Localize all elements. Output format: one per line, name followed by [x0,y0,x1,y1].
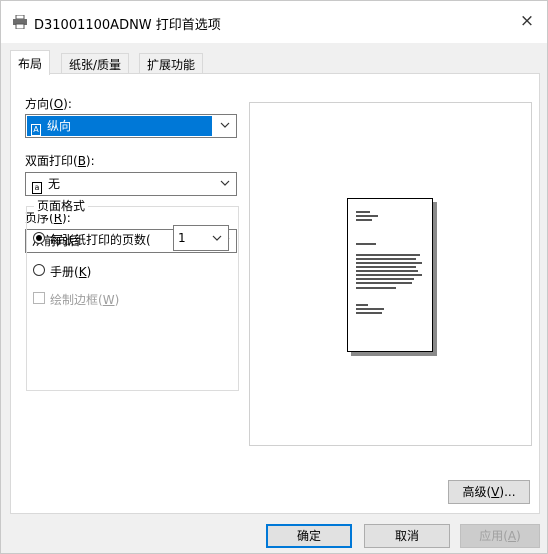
draw-borders-label: 绘制边框(W) [50,293,120,307]
chevron-down-icon [220,122,230,128]
cancel-button[interactable]: 取消 [364,524,450,548]
pages-per-sheet-combo[interactable]: 1 [173,225,229,251]
booklet-radio[interactable] [33,264,45,276]
preview-page [347,198,433,352]
tab-paper-quality[interactable]: 纸张/质量 [61,53,130,74]
tab-layout[interactable]: 布局 [10,50,51,75]
close-button[interactable]: × [507,1,547,43]
window-title: D31001100ADNW 打印首选项 [34,18,221,33]
layout-preview [249,102,532,446]
layout-panel: 方向(O): A纵向 双面打印(B): a无 页序(R): 从前向后 页面格式 [10,73,540,514]
pages-per-sheet-radio[interactable] [33,232,45,244]
ok-button[interactable]: 确定 [266,524,352,548]
page-format-title: 页面格式 [34,197,89,214]
tab-extended-features[interactable]: 扩展功能 [139,53,204,74]
duplex-value: 无 [48,177,61,191]
orientation-label: 方向(O): [25,97,72,111]
booklet-label: 手册(K) [50,265,92,279]
orientation-value: 纵向 [47,119,72,133]
duplex-combo[interactable]: a无 [25,172,237,196]
pages-per-sheet-value: 1 [178,231,186,245]
draw-borders-checkbox[interactable] [33,292,45,304]
single-sided-icon: a [32,182,42,194]
duplex-label: 双面打印(B): [25,154,95,168]
apply-button[interactable]: 应用(A) [460,524,540,548]
chevron-down-icon [220,180,230,186]
chevron-down-icon [212,235,222,241]
orientation-combo[interactable]: A 纵向 [25,114,237,138]
pages-per-sheet-label: 每张纸打印的页数( [50,233,151,247]
print-preferences-window: D31001100ADNW 打印首选项 × 布局 纸张/质量 扩展功能 方向(O… [0,0,548,554]
printer-icon [12,14,28,30]
advanced-button[interactable]: 高级(V)... [448,480,530,504]
portrait-page-icon: A [31,124,41,136]
title-bar: D31001100ADNW 打印首选项 × [1,1,547,43]
